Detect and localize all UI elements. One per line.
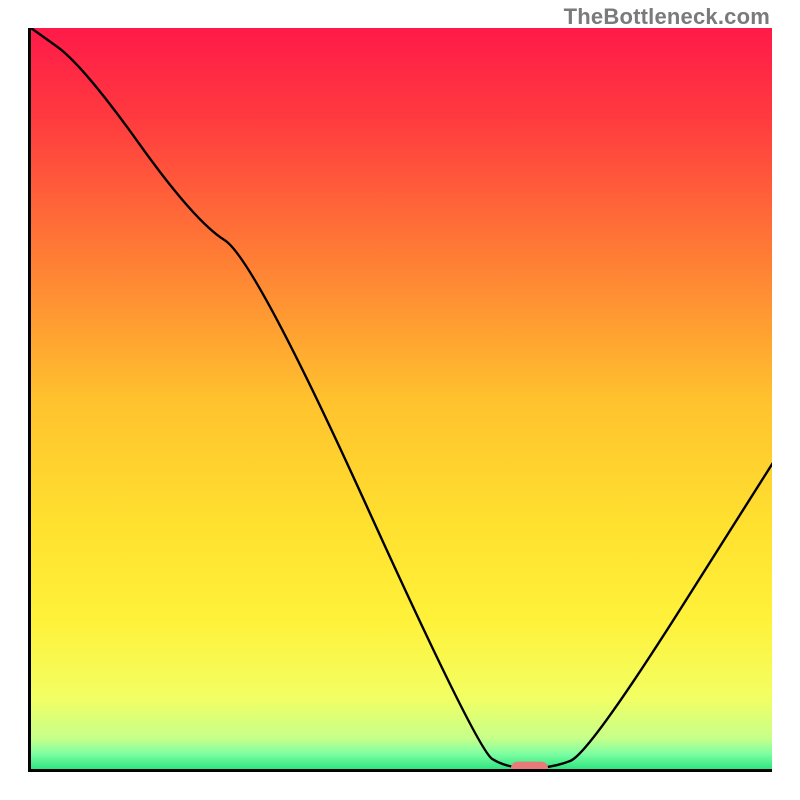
optimal-marker (511, 762, 548, 772)
gradient-bg (31, 28, 772, 772)
watermark-label: TheBottleneck.com (564, 4, 770, 30)
chart-stage: TheBottleneck.com (0, 0, 800, 800)
plot-area (28, 28, 772, 772)
chart-svg (31, 28, 772, 772)
